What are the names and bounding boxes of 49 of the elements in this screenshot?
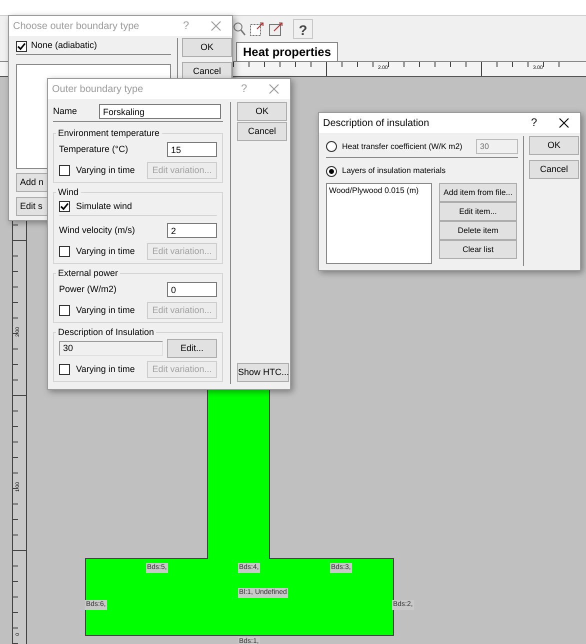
group-title: External power <box>57 267 120 279</box>
checkbox-label: Simulate wind <box>76 200 132 213</box>
list-action-button[interactable]: Delete item <box>439 221 517 240</box>
field-label: Name <box>53 104 78 118</box>
field-label: Power (W/m2) <box>59 282 117 296</box>
field-label: Temperature (°C) <box>59 142 128 156</box>
ok-button[interactable]: OK <box>237 102 287 121</box>
help-button[interactable]: ? <box>293 19 313 39</box>
input-field[interactable]: 15 <box>167 142 217 157</box>
list-action-button[interactable]: Clear list <box>439 240 517 259</box>
name-field[interactable]: Forskaling <box>99 104 221 119</box>
close-icon[interactable] <box>559 118 569 128</box>
checkbox-label: Varying in time <box>76 164 135 177</box>
coefficient-field: 30 <box>476 139 518 154</box>
checkbox-label: None (adiabatic) <box>31 39 98 52</box>
list-action-button[interactable]: Edit item... <box>439 202 517 221</box>
list-action-button[interactable]: Add item from file... <box>439 183 517 202</box>
edit-button[interactable]: Edit... <box>167 339 217 358</box>
page-icon[interactable] <box>249 21 265 37</box>
ok-button[interactable]: OK <box>529 136 579 155</box>
cancel-button[interactable]: Cancel <box>237 122 287 141</box>
page-icon[interactable] <box>268 21 284 37</box>
checkbox-label: Varying in time <box>76 304 135 317</box>
radio-label: Layers of insulation materials <box>342 165 447 177</box>
window-title: Description of insulation <box>323 116 430 130</box>
group-title: Wind <box>57 186 80 198</box>
zoom-icon[interactable] <box>232 21 246 37</box>
group-title: Environment temperature <box>57 127 161 139</box>
checkbox-label: Varying in time <box>76 244 135 258</box>
checkbox-label: Varying in time <box>76 362 135 376</box>
input-field[interactable]: 2 <box>167 223 217 238</box>
ok-button[interactable]: OK <box>182 38 232 57</box>
list-box[interactable]: Wood/Plywood 0.015 (m) <box>326 183 432 264</box>
checkbox[interactable] <box>59 201 70 212</box>
window-title: Choose outer boundary type <box>13 20 140 34</box>
radio-label: Heat transfer coefficient (W/K m2) <box>342 140 464 152</box>
cancel-button[interactable]: Cancel <box>529 160 579 179</box>
input-field[interactable]: 0 <box>167 282 217 297</box>
help-button[interactable]: ? <box>520 114 548 132</box>
field-label: Wind velocity (m/s) <box>59 224 136 237</box>
radio-button[interactable] <box>326 166 337 176</box>
window-title: Outer boundary type <box>52 82 144 96</box>
checkbox[interactable] <box>16 40 27 52</box>
tab[interactable]: Heat properties <box>236 42 338 61</box>
list-item[interactable]: Wood/Plywood 0.015 (m) <box>329 185 429 197</box>
group-title: Description of Insulation <box>57 326 156 338</box>
radio-button[interactable] <box>326 141 337 152</box>
readout-field: 30 <box>59 341 163 356</box>
show-htc-button[interactable]: Show HTC... <box>237 363 289 382</box>
